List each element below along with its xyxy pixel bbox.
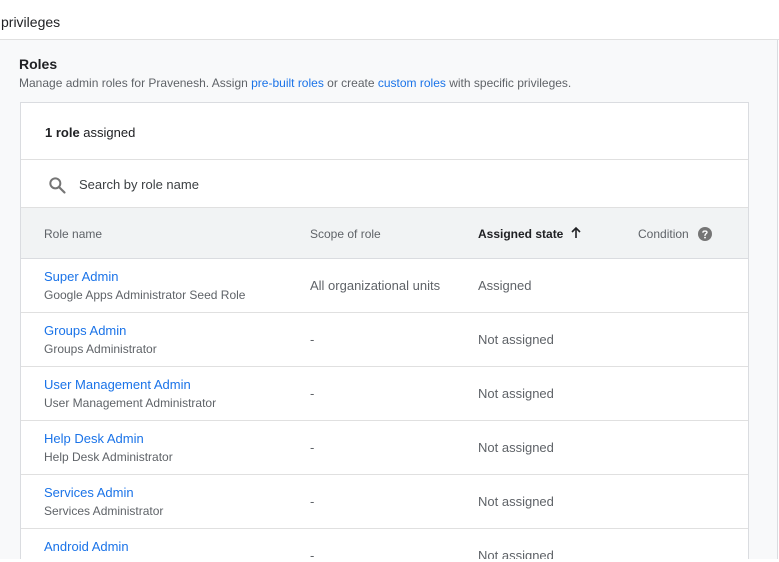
role-scope: -: [310, 440, 315, 455]
desc-middle: or create: [323, 76, 378, 90]
count-number: 1 role: [45, 125, 80, 140]
table-row[interactable]: Android Admin - Not assigned: [21, 529, 748, 562]
role-assigned-state: Not assigned: [478, 386, 554, 401]
role-assigned-state: Assigned: [478, 278, 532, 293]
role-name-link[interactable]: Super Admin: [44, 269, 118, 284]
role-assigned-state: Not assigned: [478, 332, 554, 347]
role-scope: All organizational units: [310, 278, 441, 293]
roles-card: 1 role assigned Role name Scope of role …: [20, 102, 749, 562]
column-role-name[interactable]: Role name: [44, 227, 102, 241]
table-header: Role name Scope of role Assigned state C…: [21, 208, 748, 259]
role-name-link[interactable]: Help Desk Admin: [44, 431, 144, 446]
role-description: Services Administrator: [44, 504, 164, 518]
role-name-link[interactable]: User Management Admin: [44, 377, 191, 392]
help-icon[interactable]: [698, 227, 712, 241]
custom-roles-link[interactable]: custom roles: [378, 76, 446, 90]
table-row[interactable]: Services Admin Services Administrator - …: [21, 475, 748, 529]
desc-suffix: with specific privileges.: [445, 76, 572, 90]
section-description: Manage admin roles for Pravenesh. Assign…: [19, 76, 571, 90]
section-title: Roles: [19, 56, 58, 72]
roles-panel: Roles Manage admin roles for Pravenesh. …: [0, 40, 778, 562]
table-row[interactable]: User Management Admin User Management Ad…: [21, 367, 748, 421]
top-bar: privileges: [0, 0, 779, 40]
role-description: User Management Administrator: [44, 396, 217, 410]
table-row[interactable]: Super Admin Google Apps Administrator Se…: [21, 259, 748, 313]
role-name-link[interactable]: Android Admin: [44, 539, 129, 554]
table-row[interactable]: Help Desk Admin Help Desk Administrator …: [21, 421, 748, 475]
prebuilt-roles-link[interactable]: pre-built roles: [251, 76, 324, 90]
role-assigned-state: Not assigned: [478, 440, 554, 455]
column-scope-of-role[interactable]: Scope of role: [310, 227, 381, 241]
card-header: 1 role assigned: [21, 103, 748, 160]
role-scope: -: [310, 332, 315, 347]
column-assigned-state[interactable]: Assigned state: [478, 227, 563, 241]
page-title: privileges: [1, 14, 61, 30]
search-bar: [21, 160, 748, 208]
role-assigned-state: Not assigned: [478, 494, 554, 509]
desc-prefix: Manage admin roles for Pravenesh. Assign: [19, 76, 252, 90]
role-description: Groups Administrator: [44, 342, 157, 356]
role-scope: -: [310, 494, 315, 509]
search-icon: [49, 177, 66, 194]
role-description: Google Apps Administrator Seed Role: [44, 288, 246, 302]
roles-assigned-count: 1 role assigned: [45, 125, 135, 140]
role-name-link[interactable]: Groups Admin: [44, 323, 126, 338]
arrow-upward-icon[interactable]: [569, 226, 583, 240]
table-row[interactable]: Groups Admin Groups Administrator - Not …: [21, 313, 748, 367]
count-suffix: assigned: [79, 125, 136, 140]
role-scope: -: [310, 386, 315, 401]
column-condition[interactable]: Condition: [638, 227, 689, 241]
search-input[interactable]: [79, 172, 479, 196]
role-name-link[interactable]: Services Admin: [44, 485, 134, 500]
role-description: Help Desk Administrator: [44, 450, 173, 464]
